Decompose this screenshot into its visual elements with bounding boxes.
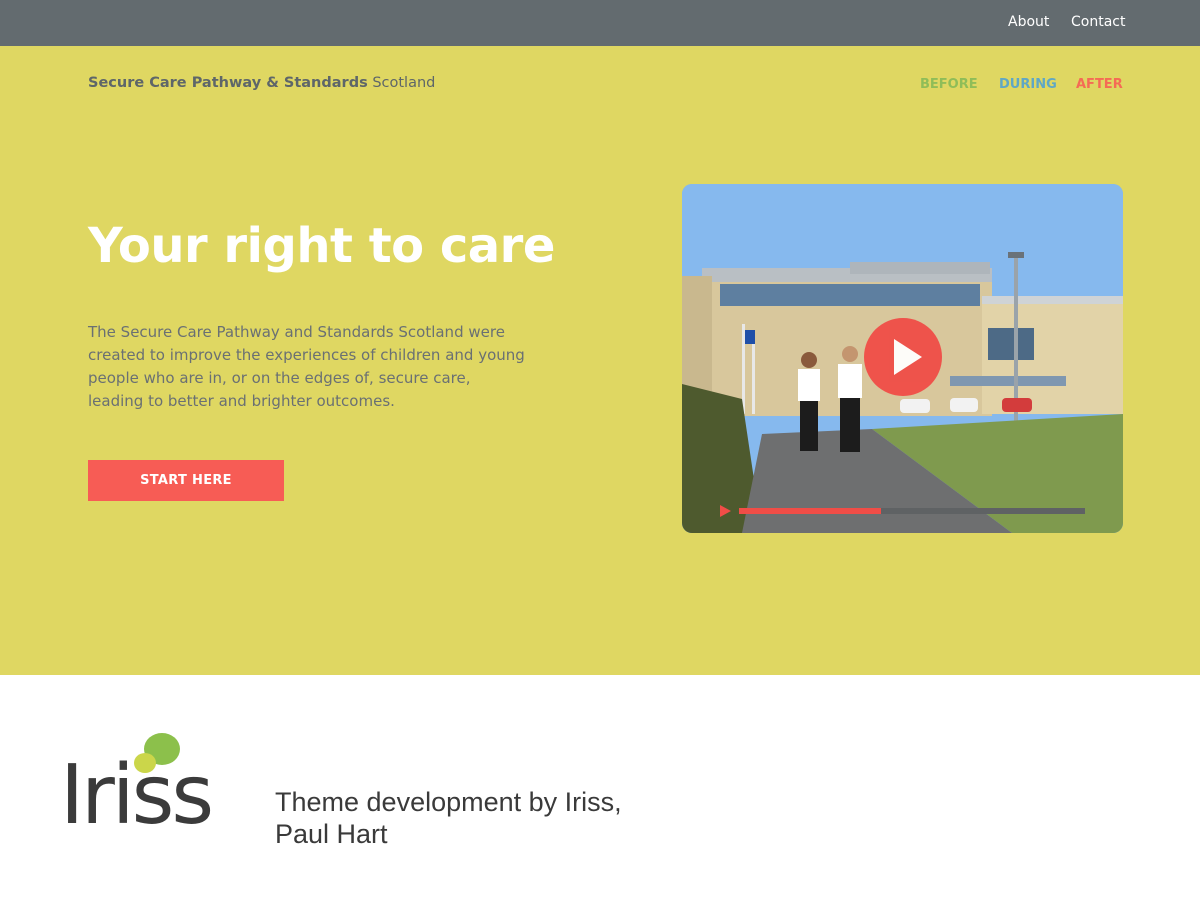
nav-before-link[interactable]: BEFORE	[920, 77, 978, 92]
page-headline: Your right to care	[88, 218, 555, 274]
nav-after-link[interactable]: AFTER	[1076, 77, 1123, 92]
nav-during-link[interactable]: DURING	[999, 77, 1057, 92]
theme-credit: Theme development by Iriss, Paul Hart	[275, 787, 622, 849]
site-brand[interactable]: Secure Care Pathway & Standards Scotland	[88, 75, 435, 91]
top-bar: About Contact	[0, 0, 1200, 46]
brand-subtitle: Scotland	[372, 75, 436, 91]
nav-about-link[interactable]: About	[1008, 14, 1049, 30]
control-play-icon[interactable]	[718, 504, 732, 518]
video-progress-fill	[739, 508, 881, 514]
hero-section: Secure Care Pathway & Standards Scotland…	[0, 46, 1200, 675]
logo-wordmark: Iriss	[60, 748, 214, 843]
footer: Iriss Theme development by Iriss, Paul H…	[0, 675, 1200, 900]
video-player[interactable]	[682, 184, 1123, 533]
intro-paragraph: The Secure Care Pathway and Standards Sc…	[88, 323, 525, 410]
start-here-button[interactable]: START HERE	[88, 460, 284, 501]
play-icon[interactable]	[864, 318, 942, 396]
nav-contact-link[interactable]: Contact	[1071, 14, 1125, 30]
video-progress-bar[interactable]	[739, 508, 1085, 514]
iriss-logo: Iriss	[60, 729, 240, 849]
brand-title: Secure Care Pathway & Standards	[88, 75, 368, 91]
